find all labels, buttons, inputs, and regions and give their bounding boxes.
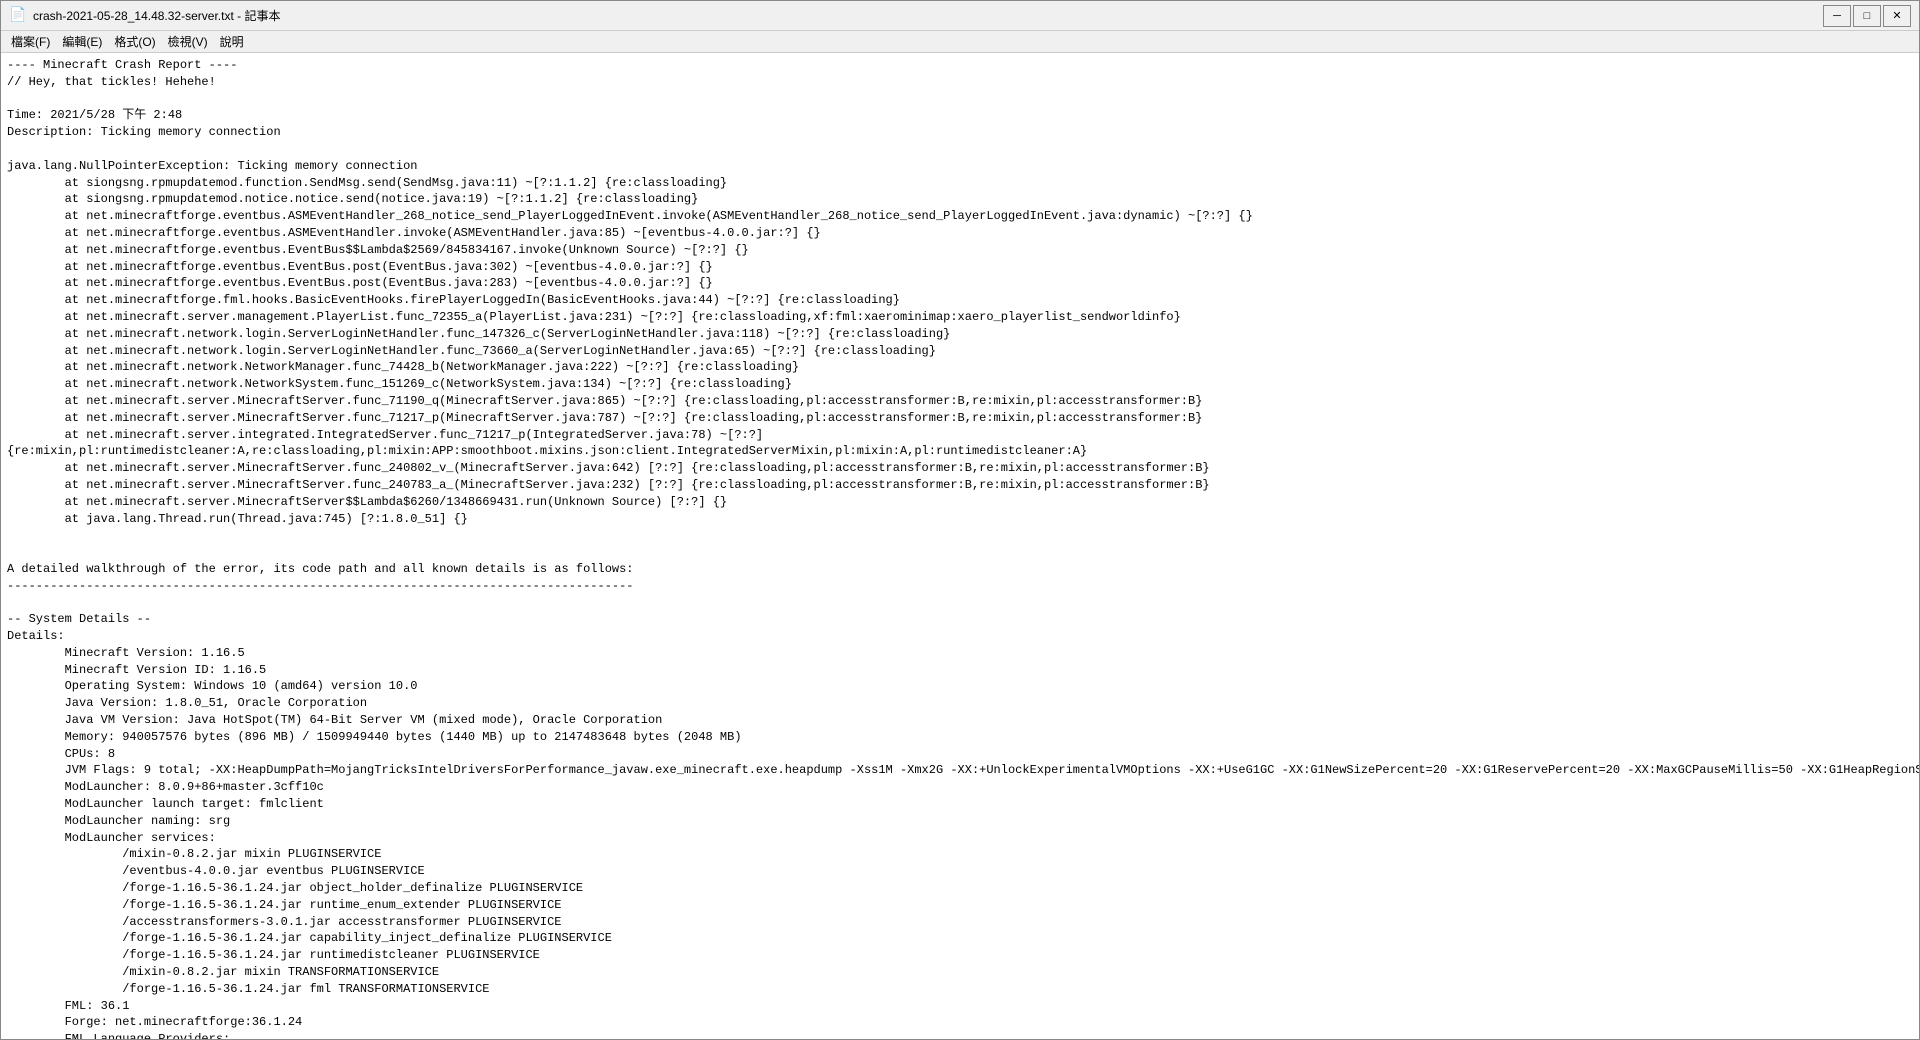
title-bar-left: 📄 crash-2021-05-28_14.48.32-server.txt -…	[9, 7, 280, 24]
title-bar: 📄 crash-2021-05-28_14.48.32-server.txt -…	[1, 1, 1919, 31]
menu-view[interactable]: 檢視(V)	[162, 31, 214, 52]
main-window: 📄 crash-2021-05-28_14.48.32-server.txt -…	[0, 0, 1920, 1040]
title-bar-controls: ─ □ ✕	[1823, 5, 1911, 27]
menu-bar: 檔案(F) 編輯(E) 格式(O) 檢視(V) 說明	[1, 31, 1919, 53]
window-icon: 📄	[9, 8, 25, 24]
maximize-button[interactable]: □	[1853, 5, 1881, 27]
menu-format[interactable]: 格式(O)	[108, 31, 161, 52]
menu-help[interactable]: 說明	[214, 31, 250, 52]
crash-report-text: ---- Minecraft Crash Report ---- // Hey,…	[7, 57, 1913, 1039]
menu-file[interactable]: 檔案(F)	[5, 31, 56, 52]
minimize-button[interactable]: ─	[1823, 5, 1851, 27]
menu-edit[interactable]: 編輯(E)	[56, 31, 108, 52]
window-title: crash-2021-05-28_14.48.32-server.txt - 記…	[33, 7, 280, 24]
text-content-area[interactable]: ---- Minecraft Crash Report ---- // Hey,…	[1, 53, 1919, 1039]
close-button[interactable]: ✕	[1883, 5, 1911, 27]
